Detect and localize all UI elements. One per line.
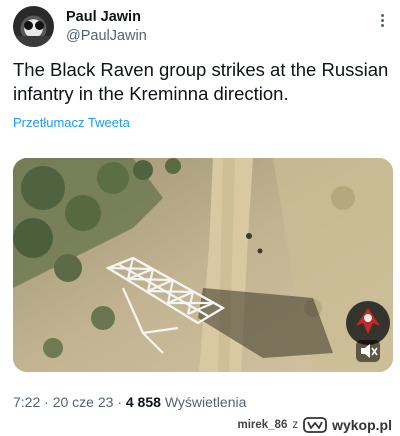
avatar-eye-left <box>24 21 33 30</box>
tweet-text: The Black Raven group strikes at the Rus… <box>13 59 389 104</box>
tweet-time[interactable]: 7:22 <box>13 394 40 410</box>
meta-separator: · <box>44 394 49 410</box>
black-raven-unit-badge-icon <box>346 301 390 345</box>
watermark-user: mirek_86 <box>237 419 288 431</box>
more-vertical-icon[interactable] <box>374 12 390 32</box>
speaker-mute-icon[interactable] <box>356 340 380 362</box>
author-handle[interactable]: @PaulJawin <box>66 28 147 44</box>
author-display-name[interactable]: Paul Jawin <box>66 9 141 25</box>
tweet-media-video[interactable] <box>13 158 393 372</box>
views-count[interactable]: 4 858 <box>126 394 161 410</box>
tweet-meta: 7:22 · 20 cze 23 · 4 858 Wyświetlenia <box>13 394 246 410</box>
wykop-watermark: mirek_86 z wykop.pl <box>237 416 392 434</box>
watermark-brand: wykop.pl <box>332 417 392 433</box>
avatar-band <box>13 36 54 47</box>
avatar-eye-right <box>35 21 44 30</box>
aerial-drone-frame <box>13 158 393 372</box>
tweet-card: Paul Jawin @PaulJawin The Black Raven gr… <box>0 0 400 436</box>
owl-avatar-icon[interactable] <box>13 6 54 47</box>
views-label[interactable]: Wyświetlenia <box>165 394 247 410</box>
meta-separator: · <box>117 394 122 410</box>
wykop-logo-icon <box>303 417 327 433</box>
tweet-date[interactable]: 20 cze 23 <box>53 394 114 410</box>
watermark-preposition: z <box>292 419 299 431</box>
translate-tweet-link[interactable]: Przetłumacz Tweeta <box>13 115 130 130</box>
